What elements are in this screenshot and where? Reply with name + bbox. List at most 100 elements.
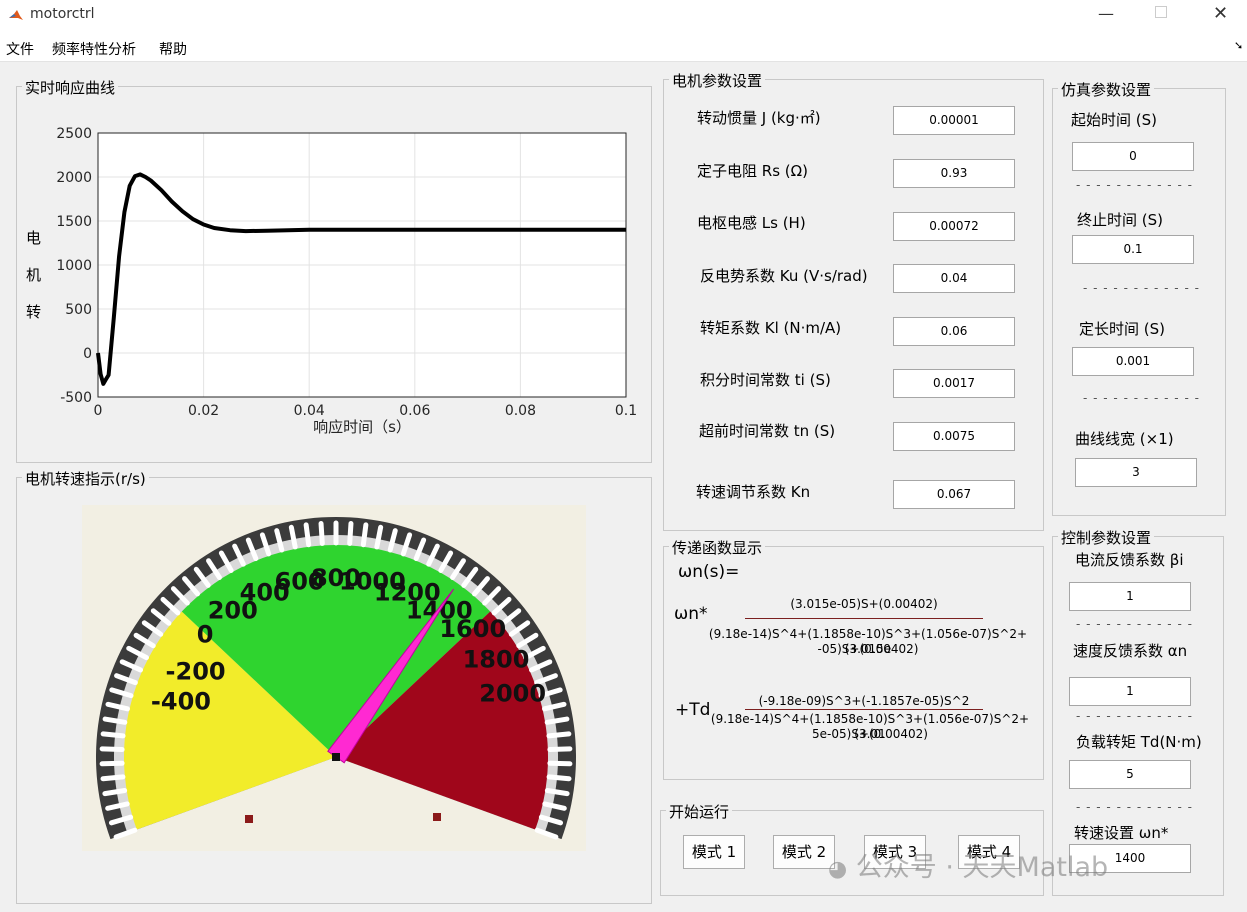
close-button[interactable]: ✕ bbox=[1213, 3, 1228, 24]
response-chart: 0 0.02 0.04 0.06 0.08 0.1 2500 2000 1500 1000 500 0… bbox=[56, 126, 637, 436]
gauge-panel-title: 电机转速指示(r/s) bbox=[22, 468, 149, 489]
y-tick-label: 1500 bbox=[56, 214, 92, 230]
label-resistance: 定子电阻 Rs (Ω) bbox=[697, 162, 808, 180]
start-time-field[interactable]: 0 bbox=[1072, 142, 1194, 171]
line-width-field[interactable]: 3 bbox=[1075, 458, 1197, 487]
gauge-tick bbox=[547, 760, 573, 767]
torque-coef-field[interactable]: 0.06 bbox=[893, 317, 1015, 346]
mode-1-button[interactable]: 模式 1 bbox=[683, 835, 745, 869]
gauge-marker bbox=[245, 815, 253, 823]
transfer-term1-prefix: ωn* bbox=[674, 604, 708, 624]
end-time-field[interactable]: 0.1 bbox=[1072, 235, 1194, 264]
minimize-button[interactable]: — bbox=[1098, 4, 1114, 23]
watermark-text: 公众号 · 天天Matlab bbox=[855, 852, 1109, 883]
gauge-hub bbox=[332, 753, 340, 761]
x-tick-label: 0.08 bbox=[505, 403, 536, 419]
y-tick-label: 0 bbox=[83, 346, 92, 362]
wechat-icon: ◕ bbox=[828, 857, 848, 882]
title-bar: motorctrl — ✕ bbox=[0, 0, 1247, 31]
speed-gauge: -400-20002004006008001000120014001600180… bbox=[82, 505, 586, 851]
x-axis-label: 响应时间（s） bbox=[313, 418, 411, 436]
back-emf-field[interactable]: 0.04 bbox=[893, 264, 1015, 293]
gauge-label: 1600 bbox=[439, 615, 506, 643]
transfer-term2-denominator-cont: 5e-05)S+(0.00402) bbox=[812, 727, 928, 741]
separator: - - - - - - - - - - - - bbox=[1076, 178, 1193, 192]
load-torque-field[interactable]: 5 bbox=[1069, 760, 1191, 789]
gauge-tick bbox=[102, 787, 128, 797]
gauge-tick bbox=[100, 774, 126, 782]
y-tick-label: 1000 bbox=[56, 258, 92, 274]
y-tick-label: 500 bbox=[65, 302, 92, 318]
gauge-label: -200 bbox=[166, 657, 226, 685]
menu-help[interactable]: 帮助 bbox=[159, 39, 187, 59]
motor-params-panel: 电机参数设置 bbox=[663, 70, 1044, 531]
motor-params-title: 电机参数设置 bbox=[669, 70, 766, 91]
gauge-tick bbox=[547, 746, 573, 753]
label-tn: 超前时间常数 tn (S) bbox=[699, 422, 836, 440]
gauge-tick bbox=[546, 731, 572, 739]
fraction-bar bbox=[745, 709, 983, 710]
label-back-emf: 反电势系数 Ku (V·s/rad) bbox=[700, 267, 868, 285]
separator: - - - - - - - - - - - - bbox=[1076, 617, 1193, 631]
gauge-tick bbox=[318, 520, 325, 546]
x-tick-label: 0.06 bbox=[399, 403, 430, 419]
gauge-label: 1800 bbox=[463, 645, 530, 673]
kn-field[interactable]: 0.067 bbox=[893, 480, 1015, 509]
gauge-tick bbox=[100, 731, 126, 739]
label-speed-feedback: 速度反馈系数 αn bbox=[1073, 642, 1188, 660]
label-kn: 转速调节系数 Kn bbox=[696, 483, 811, 501]
tn-field[interactable]: 0.0075 bbox=[893, 422, 1015, 451]
label-end-time: 终止时间 (S) bbox=[1077, 211, 1163, 229]
gauge-label: -400 bbox=[151, 688, 211, 716]
transfer-term2-numerator: (-9.18e-09)S^3+(-1.1857e-05)S^2 bbox=[758, 694, 970, 708]
label-step-time: 定长时间 (S) bbox=[1079, 320, 1165, 338]
maximize-button[interactable] bbox=[1155, 6, 1167, 18]
inertia-field[interactable]: 0.00001 bbox=[893, 106, 1015, 135]
matlab-logo-icon bbox=[8, 7, 24, 23]
resistance-field[interactable]: 0.93 bbox=[893, 159, 1015, 188]
gauge-tick bbox=[546, 774, 572, 782]
run-panel-title: 开始运行 bbox=[666, 801, 733, 822]
menu-file[interactable]: 文件 bbox=[6, 39, 34, 59]
current-feedback-field[interactable]: 1 bbox=[1069, 582, 1191, 611]
label-torque-coef: 转矩系数 Kl (N·m/A) bbox=[700, 319, 842, 337]
watermark: ◕ 公众号 · 天天Matlab bbox=[828, 845, 1108, 884]
gauge-tick bbox=[102, 716, 128, 725]
gauge-tick bbox=[544, 716, 570, 725]
separator: - - - - - - - - - - - - bbox=[1076, 709, 1193, 723]
label-line-width: 曲线线宽 (×1) bbox=[1075, 430, 1174, 448]
fraction-bar bbox=[745, 618, 983, 619]
x-tick-label: 0.02 bbox=[188, 403, 219, 419]
gauge-tick bbox=[347, 520, 354, 546]
menu-frequency-analysis[interactable]: 频率特性分析 bbox=[52, 39, 136, 59]
transfer-term1-denominator-cont: -05)S+(0.00402) bbox=[817, 642, 919, 656]
gauge-tick bbox=[303, 522, 312, 548]
label-start-time: 起始时间 (S) bbox=[1071, 111, 1157, 129]
y-tick-label: 2000 bbox=[56, 170, 92, 186]
label-current-feedback: 电流反馈系数 βi bbox=[1075, 551, 1184, 569]
y-tick-label: -500 bbox=[60, 390, 92, 406]
x-tick-label: 0 bbox=[94, 403, 103, 419]
gauge-tick bbox=[99, 746, 125, 753]
ti-field[interactable]: 0.0017 bbox=[893, 369, 1015, 398]
inductance-field[interactable]: 0.00072 bbox=[893, 212, 1015, 241]
sim-params-title: 仿真参数设置 bbox=[1058, 79, 1155, 100]
gauge-label: 0 bbox=[197, 620, 214, 648]
mode-2-button[interactable]: 模式 2 bbox=[773, 835, 835, 869]
menu-bar: 文件 频率特性分析 帮助 ➘ bbox=[0, 31, 1247, 62]
transfer-lhs: ωn(s)= bbox=[678, 562, 740, 582]
gauge-tick bbox=[99, 760, 125, 767]
transfer-term1-numerator: (3.015e-05)S+(0.00402) bbox=[790, 597, 938, 611]
label-inductance: 电枢电感 Ls (H) bbox=[697, 214, 806, 232]
toolbar-toggle-icon[interactable]: ➘ bbox=[1234, 39, 1243, 52]
gauge-label: 2000 bbox=[479, 680, 546, 708]
label-ti: 积分时间常数 ti (S) bbox=[700, 371, 831, 389]
speed-feedback-field[interactable]: 1 bbox=[1069, 677, 1191, 706]
separator: - - - - - - - - - - - - bbox=[1083, 391, 1200, 405]
separator: - - - - - - - - - - - - bbox=[1083, 281, 1200, 295]
label-inertia: 转动惯量 J (kg·㎡) bbox=[697, 109, 821, 127]
gauge-tick bbox=[360, 522, 369, 548]
step-time-field[interactable]: 0.001 bbox=[1072, 347, 1194, 376]
gauge-tick bbox=[544, 787, 570, 797]
x-tick-label: 0.1 bbox=[615, 403, 637, 419]
